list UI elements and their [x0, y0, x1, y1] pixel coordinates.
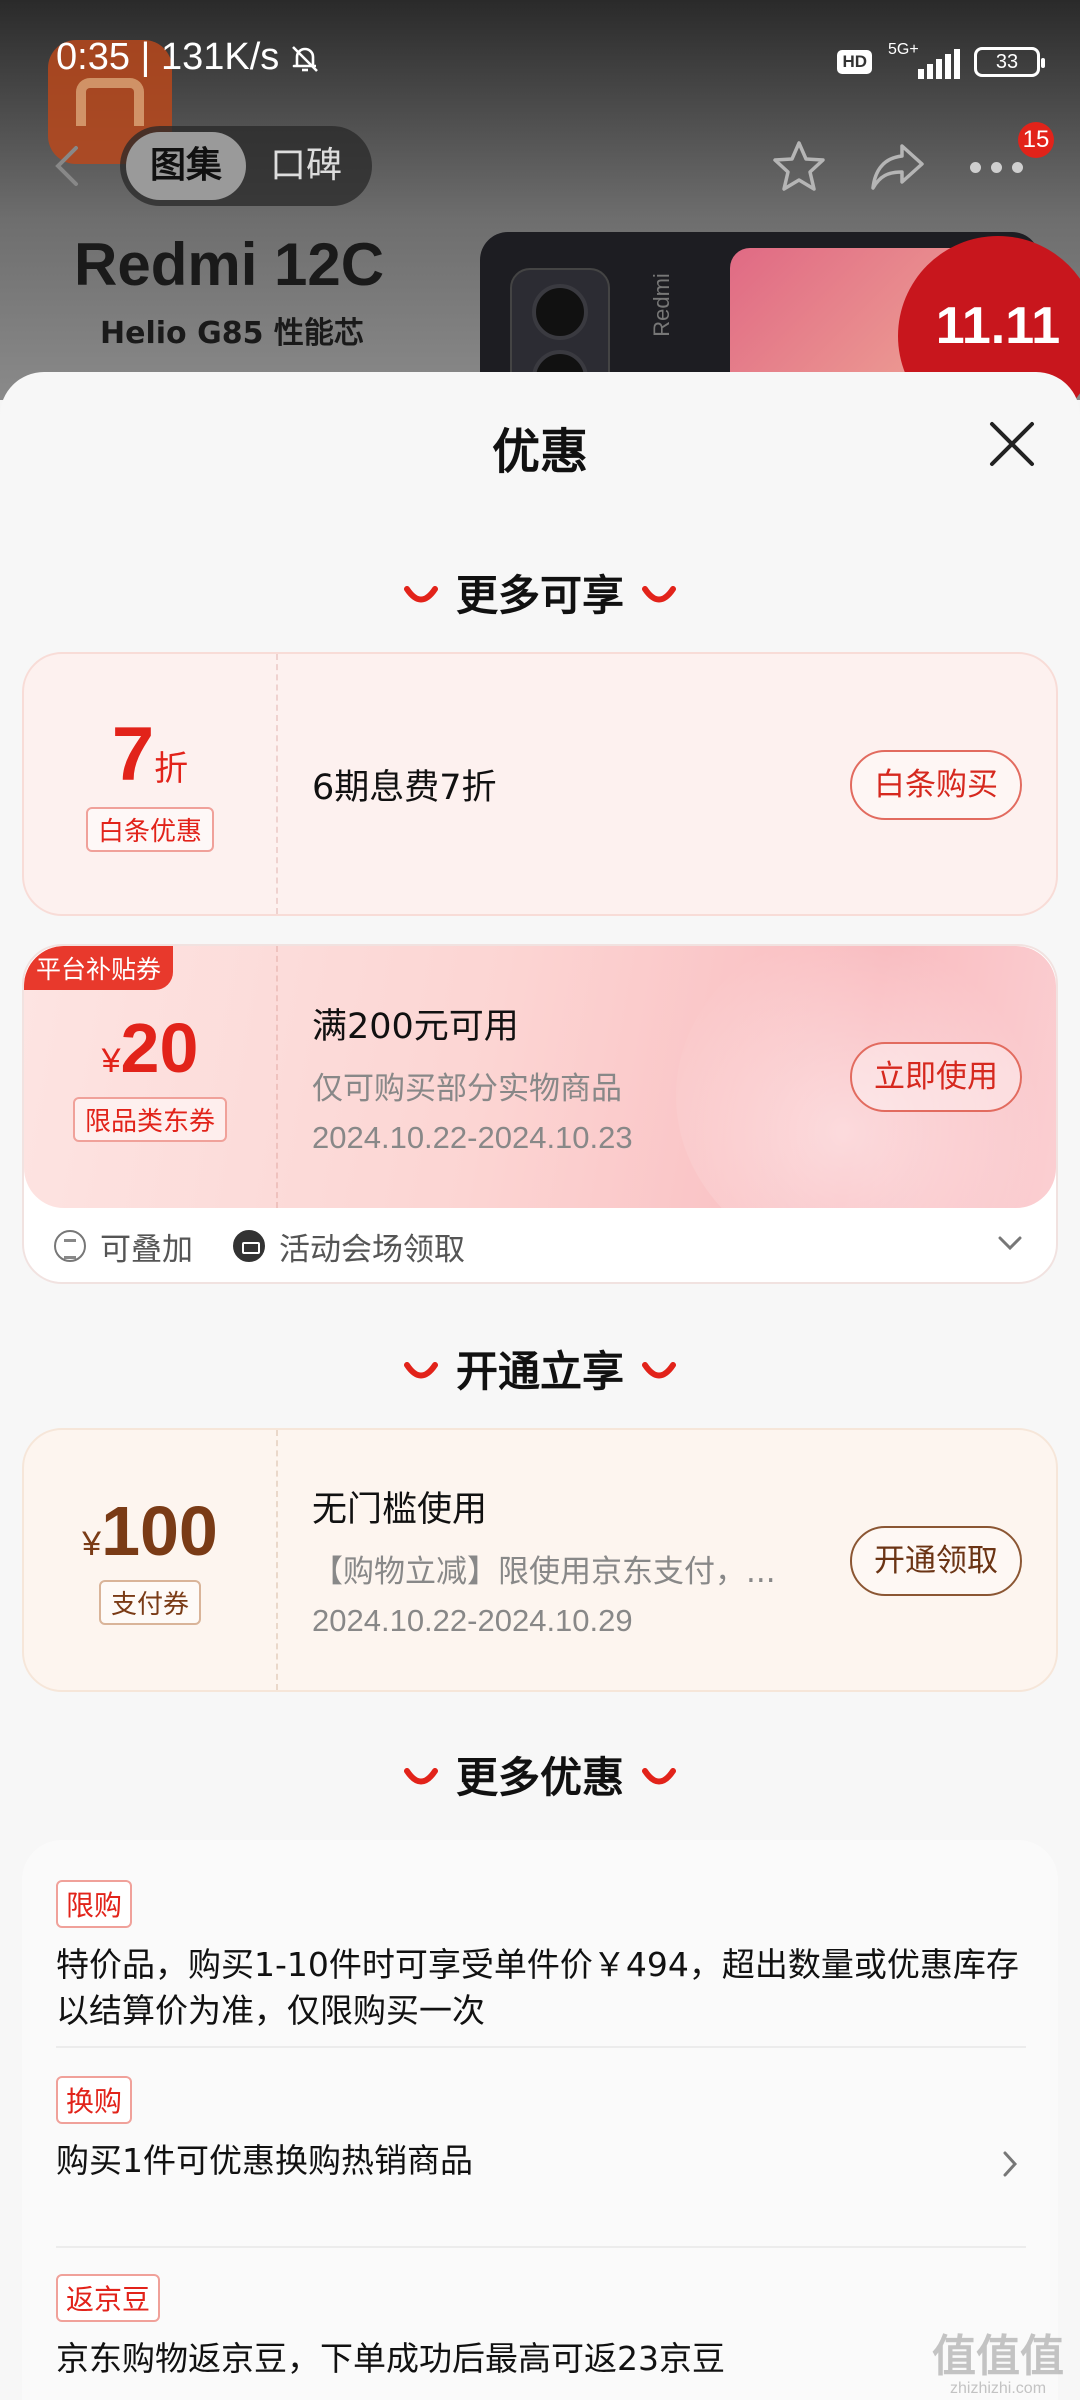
- coupon-value: ¥20: [101, 1008, 199, 1087]
- rule-label: 换购: [56, 2076, 133, 2124]
- back-icon[interactable]: [48, 144, 88, 188]
- rule-text: 特价品，购买1-10件时可享受单件价￥494，超出数量或优惠库存以结算价为准，仅…: [56, 1945, 1019, 2030]
- offer-description: 满200元可用 仅可购买部分实物商品 2024.10.22-2024.10.23: [312, 946, 633, 1208]
- open-claim-button[interactable]: 开通领取: [850, 1526, 1022, 1596]
- rule-text: 购买1件可优惠换购热销商品: [56, 2141, 473, 2180]
- battery-icon: 33: [974, 47, 1045, 77]
- offer-main-text: 满200元可用: [312, 1007, 519, 1047]
- offer-tag: 白条优惠: [85, 806, 214, 852]
- message-badge: 15: [1018, 122, 1054, 158]
- discount-value: 7折: [111, 711, 189, 797]
- baitiao-offer-card: 7折 白条优惠 6期息费7折 白条购买: [22, 652, 1058, 916]
- site-watermark: 值值值 zhizhizhi.com: [932, 2331, 1064, 2397]
- list-item[interactable]: 换购 购买1件可优惠换购热销商品: [56, 2076, 1026, 2184]
- section-title: 开通立享: [455, 1347, 624, 1396]
- smile-icon: [403, 1361, 438, 1378]
- more-icon[interactable]: [970, 162, 1026, 174]
- use-now-button[interactable]: 立即使用: [850, 1042, 1022, 1112]
- list-item: 限购 特价品，购买1-10件时可享受单件价￥494，超出数量或优惠库存以结算价为…: [56, 1880, 1026, 2034]
- star-icon[interactable]: [770, 138, 828, 196]
- offer-main-text: 6期息费7折: [312, 767, 497, 808]
- smile-icon: [642, 1361, 676, 1378]
- stack-icon: [54, 1230, 86, 1262]
- offers-sheet: 优惠 更多可享 7折 白条优惠 6期息费7折 白条购买 平台补贴券 ¥20 限品…: [0, 372, 1080, 2400]
- offer-main-text: 无门槛使用: [312, 1490, 488, 1530]
- offer-value-block: 7折 白条优惠: [24, 654, 276, 914]
- hd-icon: HD: [837, 50, 872, 74]
- smile-icon: [403, 585, 438, 602]
- status-bar: 0:35 | 131K/s HD 5G+ 33: [0, 0, 1080, 120]
- smile-icon: [642, 585, 676, 602]
- nav-bar: 图集 口碑 15: [0, 122, 1080, 208]
- pay-coupon-value: ¥100: [82, 1491, 218, 1570]
- source-label: 活动会场领取: [279, 1231, 465, 1268]
- phone-brand: Redmi: [648, 273, 674, 337]
- offer-value-block: ¥20 限品类东券: [24, 946, 276, 1208]
- baitiao-buy-button[interactable]: 白条购买: [850, 750, 1022, 820]
- section-more-enjoy: 更多可享: [0, 562, 1080, 623]
- section-title: 更多优惠: [455, 1753, 624, 1802]
- rule-text: 京东购物返京豆，下单成功后最高可返23京豆: [56, 2339, 725, 2378]
- gallery-review-switch: 图集 口碑: [120, 126, 372, 206]
- coupon-body: 平台补贴券 ¥20 限品类东券 满200元可用 仅可购买部分实物商品 2024.…: [24, 946, 1056, 1208]
- share-icon[interactable]: [868, 140, 926, 194]
- offer-description: 无门槛使用 【购物立减】限使用京东支付，... 2024.10.22-2024.…: [312, 1430, 776, 1690]
- signal-icon: 5G+: [886, 41, 960, 79]
- banner-title: Redmi 12C: [74, 231, 385, 298]
- offer-date: 2024.10.22-2024.10.23: [312, 1120, 633, 1155]
- more-offers-list: 限购 特价品，购买1-10件时可享受单件价￥494，超出数量或优惠库存以结算价为…: [22, 1840, 1058, 2400]
- tab-gallery[interactable]: 图集: [126, 132, 246, 200]
- close-icon[interactable]: [984, 416, 1040, 472]
- chevron-down-icon[interactable]: [998, 1236, 1022, 1250]
- section-open-enjoy: 开通立享: [0, 1338, 1080, 1399]
- section-title: 更多可享: [455, 571, 624, 620]
- coupon-footer: 可叠加 活动会场领取: [54, 1218, 465, 1274]
- offer-sub-text: 【购物立减】限使用京东支付，...: [312, 1554, 776, 1590]
- chevron-right-icon[interactable]: [1002, 2150, 1018, 2178]
- tab-reviews[interactable]: 口碑: [246, 132, 366, 200]
- stackable-label: 可叠加: [100, 1231, 193, 1268]
- smile-icon: [642, 1767, 676, 1784]
- offer-tag: 限品类东券: [72, 1096, 227, 1142]
- smile-icon: [403, 1767, 438, 1784]
- ticket-icon: [233, 1230, 265, 1262]
- sheet-title: 优惠: [491, 424, 588, 480]
- pay-coupon-card: ¥100 支付券 无门槛使用 【购物立减】限使用京东支付，... 2024.10…: [22, 1428, 1058, 1692]
- status-time: 0:35 | 131K/s: [56, 36, 280, 78]
- offer-sub-text: 仅可购买部分实物商品: [312, 1071, 622, 1107]
- status-indicators: HD 5G+ 33: [837, 41, 1045, 80]
- product-header-background: 0:35 | 131K/s HD 5G+ 33 图集 口碑 15 Redmi 1…: [0, 0, 1080, 400]
- offer-value-block: ¥100 支付券: [24, 1430, 276, 1690]
- list-item: 返京豆 京东购物返京豆，下单成功后最高可返23京豆: [56, 2274, 1026, 2382]
- rule-label: 返京豆: [56, 2274, 161, 2322]
- banner-subtitle: Helio G85 性能芯: [100, 316, 364, 351]
- network-type: 5G+: [888, 41, 919, 58]
- offer-date: 2024.10.22-2024.10.29: [312, 1603, 633, 1638]
- bell-mute-icon: [292, 46, 318, 72]
- offer-tag: 支付券: [98, 1579, 201, 1625]
- rule-label: 限购: [56, 1880, 133, 1928]
- section-more-offers: 更多优惠: [0, 1744, 1080, 1805]
- offer-description: 6期息费7折: [312, 654, 497, 914]
- coupon-offer-card: 平台补贴券 ¥20 限品类东券 满200元可用 仅可购买部分实物商品 2024.…: [22, 944, 1058, 1284]
